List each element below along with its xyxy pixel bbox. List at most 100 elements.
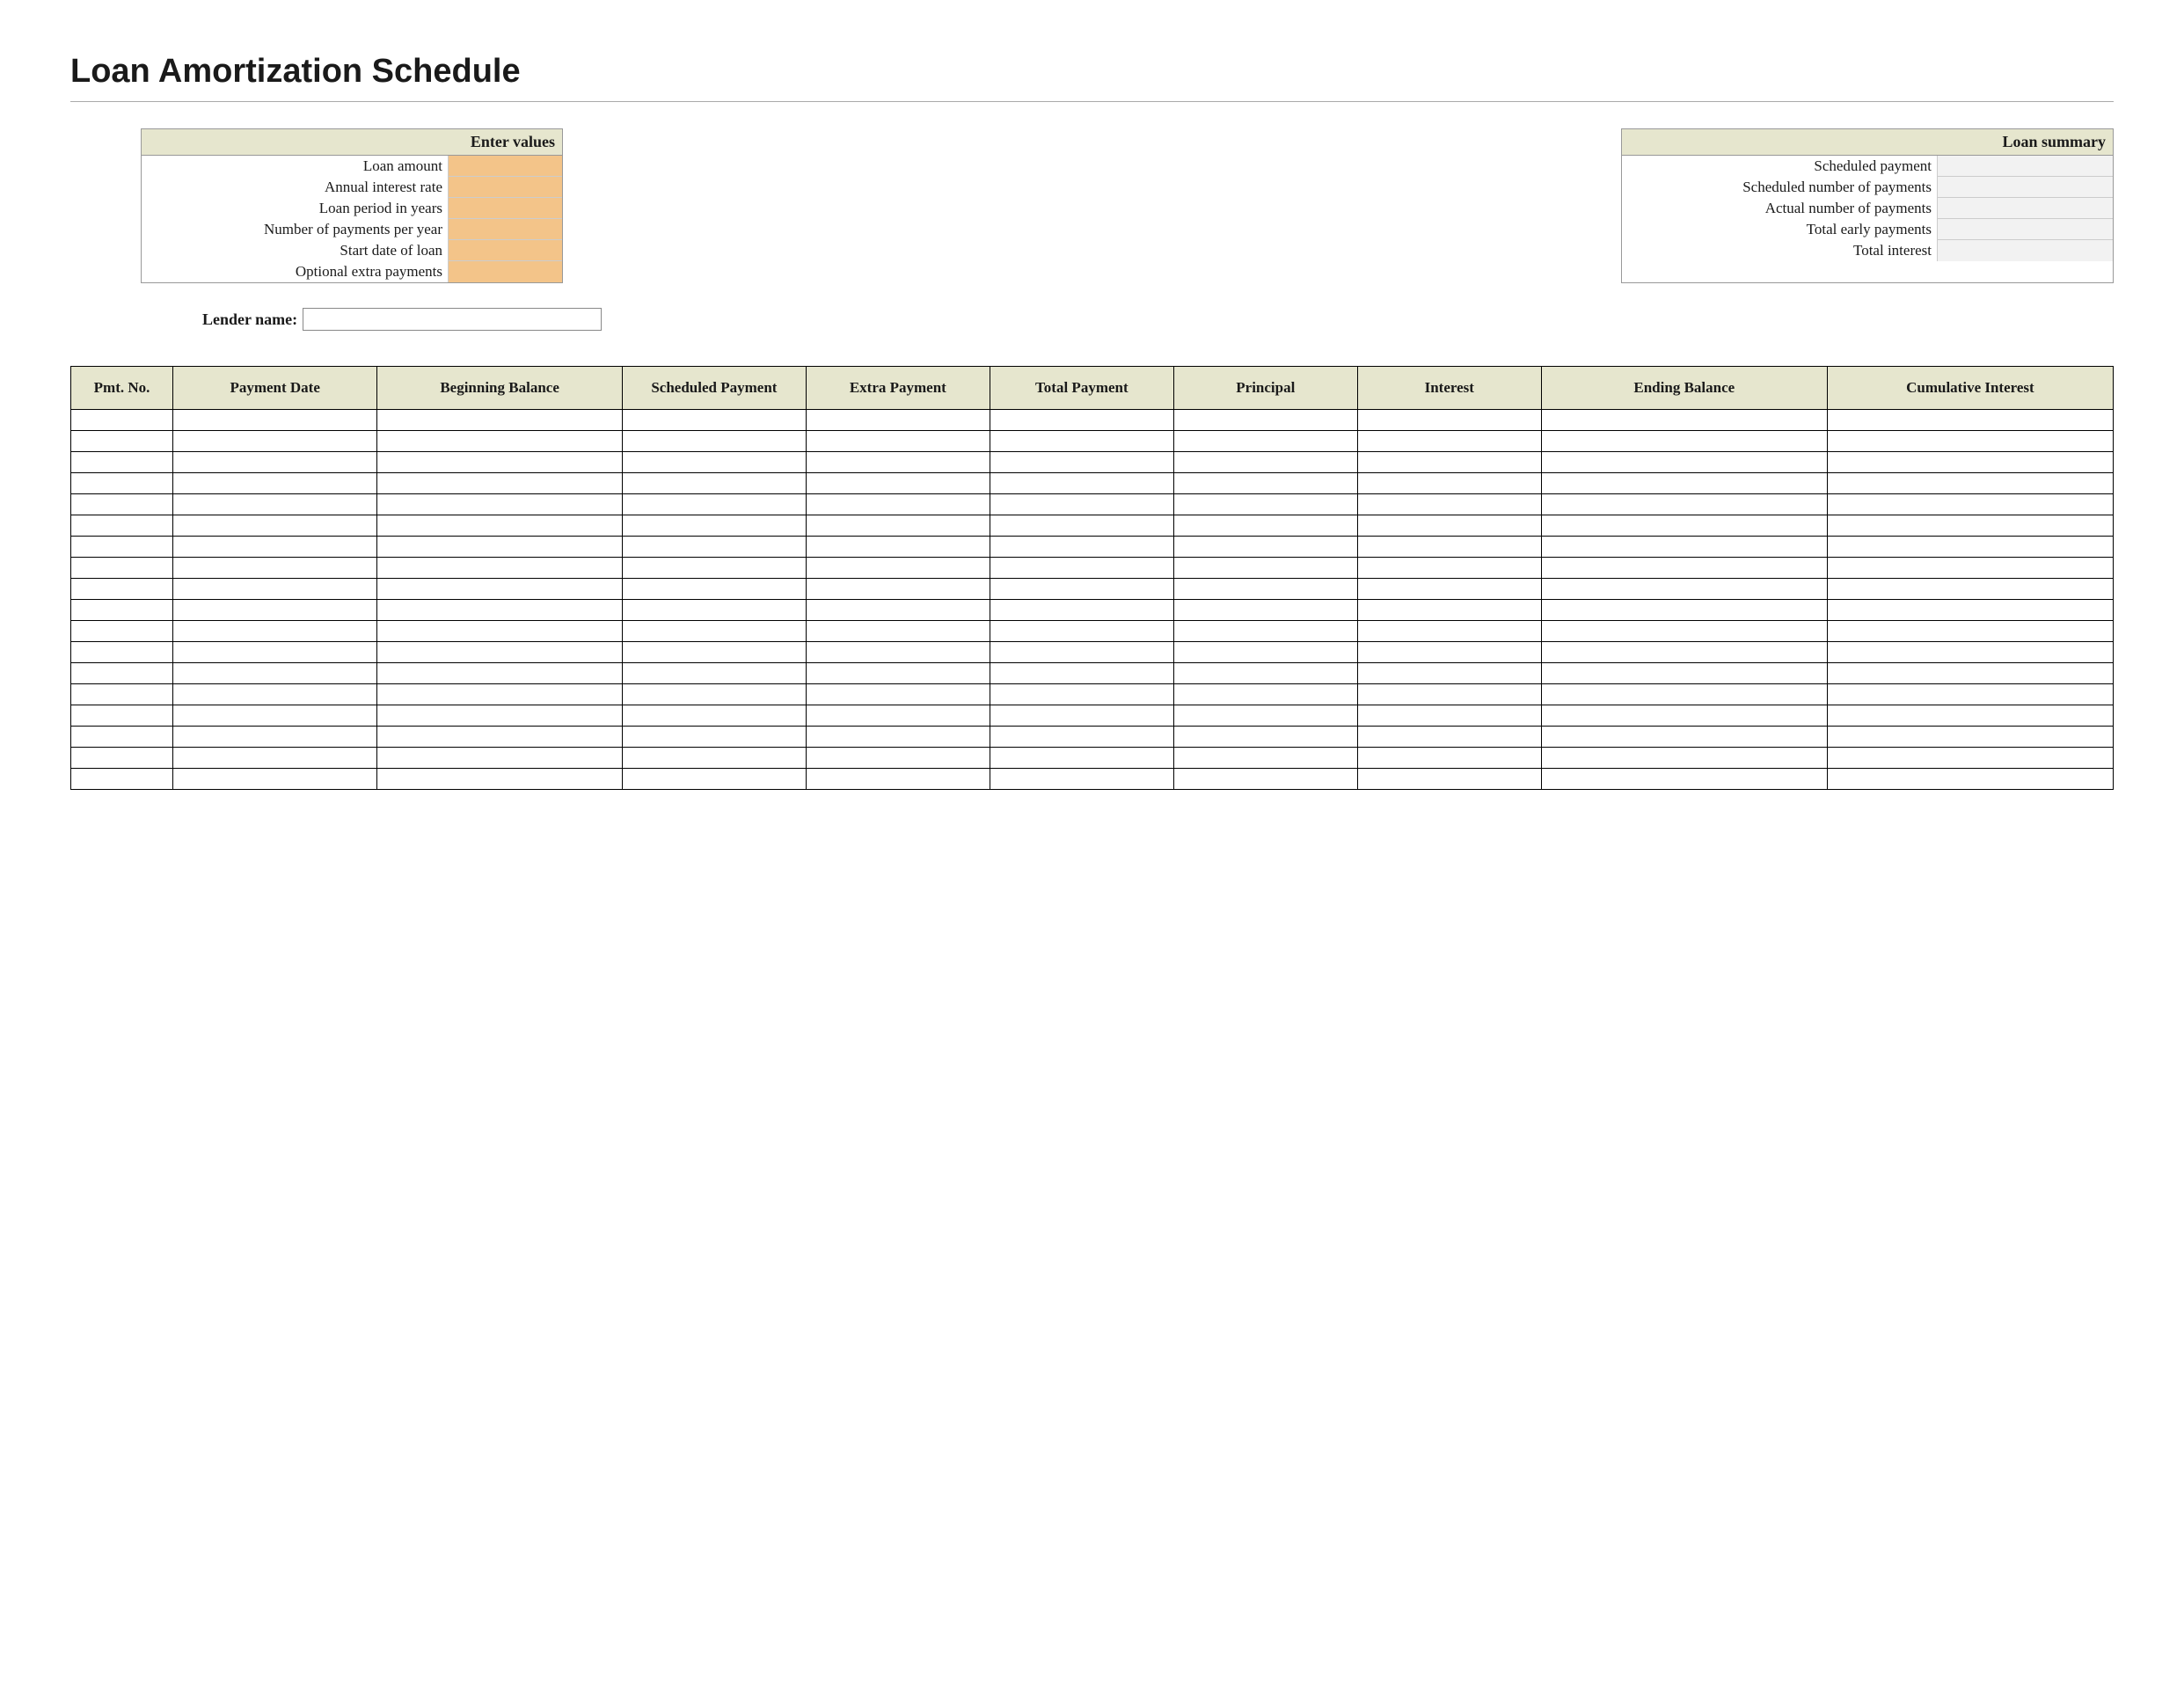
table-cell[interactable]	[1173, 748, 1357, 769]
table-cell[interactable]	[71, 769, 173, 790]
table-cell[interactable]	[806, 579, 990, 600]
table-cell[interactable]	[377, 748, 623, 769]
table-cell[interactable]	[806, 769, 990, 790]
table-cell[interactable]	[806, 431, 990, 452]
table-cell[interactable]	[990, 642, 1173, 663]
table-cell[interactable]	[990, 431, 1173, 452]
table-cell[interactable]	[622, 621, 806, 642]
table-cell[interactable]	[990, 558, 1173, 579]
table-cell[interactable]	[1357, 769, 1541, 790]
input-extra-payments[interactable]	[448, 261, 562, 282]
table-cell[interactable]	[71, 494, 173, 515]
table-cell[interactable]	[622, 579, 806, 600]
table-cell[interactable]	[1541, 769, 1827, 790]
table-cell[interactable]	[622, 558, 806, 579]
table-cell[interactable]	[990, 705, 1173, 727]
table-cell[interactable]	[1357, 579, 1541, 600]
table-cell[interactable]	[173, 473, 377, 494]
table-cell[interactable]	[173, 410, 377, 431]
table-cell[interactable]	[1357, 727, 1541, 748]
table-cell[interactable]	[1173, 642, 1357, 663]
table-cell[interactable]	[1173, 515, 1357, 537]
table-cell[interactable]	[1827, 748, 2113, 769]
table-cell[interactable]	[377, 537, 623, 558]
table-cell[interactable]	[377, 769, 623, 790]
input-loan-period[interactable]	[448, 198, 562, 219]
table-cell[interactable]	[1827, 663, 2113, 684]
table-cell[interactable]	[990, 473, 1173, 494]
table-cell[interactable]	[1173, 558, 1357, 579]
table-cell[interactable]	[622, 431, 806, 452]
table-cell[interactable]	[806, 537, 990, 558]
table-cell[interactable]	[1173, 473, 1357, 494]
table-cell[interactable]	[990, 515, 1173, 537]
table-cell[interactable]	[1541, 705, 1827, 727]
table-cell[interactable]	[173, 705, 377, 727]
table-cell[interactable]	[1827, 621, 2113, 642]
table-cell[interactable]	[806, 684, 990, 705]
table-cell[interactable]	[71, 663, 173, 684]
table-cell[interactable]	[622, 769, 806, 790]
table-cell[interactable]	[806, 748, 990, 769]
table-cell[interactable]	[1827, 642, 2113, 663]
table-cell[interactable]	[1357, 515, 1541, 537]
table-cell[interactable]	[1173, 579, 1357, 600]
table-cell[interactable]	[1173, 410, 1357, 431]
table-cell[interactable]	[377, 473, 623, 494]
table-cell[interactable]	[173, 431, 377, 452]
table-cell[interactable]	[377, 600, 623, 621]
table-cell[interactable]	[1357, 558, 1541, 579]
table-cell[interactable]	[1827, 727, 2113, 748]
table-cell[interactable]	[1173, 431, 1357, 452]
table-cell[interactable]	[173, 663, 377, 684]
table-cell[interactable]	[173, 727, 377, 748]
table-cell[interactable]	[1357, 684, 1541, 705]
table-cell[interactable]	[1541, 515, 1827, 537]
table-cell[interactable]	[71, 727, 173, 748]
table-cell[interactable]	[622, 452, 806, 473]
table-cell[interactable]	[1541, 410, 1827, 431]
table-cell[interactable]	[806, 642, 990, 663]
table-cell[interactable]	[71, 579, 173, 600]
table-cell[interactable]	[1173, 600, 1357, 621]
table-cell[interactable]	[1357, 452, 1541, 473]
table-cell[interactable]	[806, 494, 990, 515]
table-cell[interactable]	[71, 705, 173, 727]
table-cell[interactable]	[1541, 748, 1827, 769]
table-cell[interactable]	[1827, 579, 2113, 600]
table-cell[interactable]	[1541, 452, 1827, 473]
table-cell[interactable]	[806, 600, 990, 621]
lender-name-input[interactable]	[303, 308, 602, 331]
table-cell[interactable]	[1541, 431, 1827, 452]
table-cell[interactable]	[622, 537, 806, 558]
table-cell[interactable]	[990, 769, 1173, 790]
table-cell[interactable]	[173, 452, 377, 473]
table-cell[interactable]	[1827, 684, 2113, 705]
table-cell[interactable]	[1827, 452, 2113, 473]
table-cell[interactable]	[1357, 748, 1541, 769]
table-cell[interactable]	[1541, 600, 1827, 621]
table-cell[interactable]	[377, 621, 623, 642]
table-cell[interactable]	[1173, 727, 1357, 748]
table-cell[interactable]	[173, 642, 377, 663]
table-cell[interactable]	[990, 494, 1173, 515]
table-cell[interactable]	[1541, 558, 1827, 579]
table-cell[interactable]	[1541, 684, 1827, 705]
table-cell[interactable]	[71, 621, 173, 642]
table-cell[interactable]	[806, 452, 990, 473]
table-cell[interactable]	[1173, 621, 1357, 642]
table-cell[interactable]	[377, 515, 623, 537]
table-cell[interactable]	[1357, 642, 1541, 663]
table-cell[interactable]	[377, 494, 623, 515]
table-cell[interactable]	[622, 600, 806, 621]
table-cell[interactable]	[1827, 537, 2113, 558]
table-cell[interactable]	[1827, 769, 2113, 790]
table-cell[interactable]	[1357, 705, 1541, 727]
table-cell[interactable]	[622, 494, 806, 515]
table-cell[interactable]	[173, 537, 377, 558]
table-cell[interactable]	[806, 473, 990, 494]
table-cell[interactable]	[1827, 431, 2113, 452]
table-cell[interactable]	[1827, 558, 2113, 579]
table-cell[interactable]	[806, 727, 990, 748]
input-payments-per-year[interactable]	[448, 219, 562, 240]
